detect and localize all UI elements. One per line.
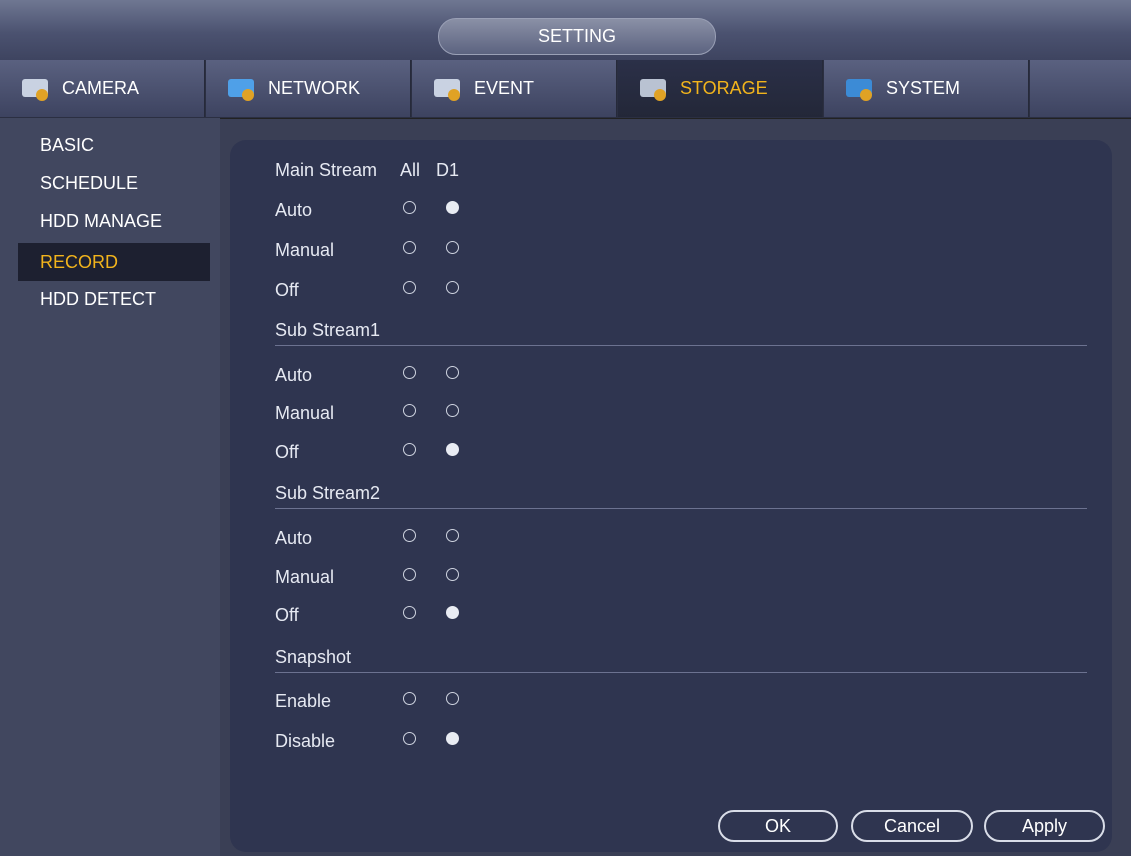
- sub2-auto-label: Auto: [275, 528, 313, 548]
- main-manual-d1-radio[interactable]: [446, 241, 459, 254]
- sub1-auto-all-radio[interactable]: [403, 366, 416, 379]
- sub2-off-all-radio[interactable]: [403, 606, 416, 619]
- ok-button[interactable]: OK: [718, 810, 838, 842]
- camera-icon: [20, 75, 56, 103]
- sidebar: BASIC SCHEDULE HDD MANAGE RECORD HDD DET…: [0, 118, 220, 856]
- sub2-manual-label: Manual: [275, 567, 335, 587]
- sidebar-item-record[interactable]: RECORD: [18, 243, 210, 281]
- main-tab-bar: CAMERA NETWORK EVENT STORAGE SYSTEM: [0, 60, 1131, 119]
- sub1-manual-all-radio[interactable]: [403, 404, 416, 417]
- apply-button[interactable]: Apply: [984, 810, 1105, 842]
- sidebar-item-schedule[interactable]: SCHEDULE: [18, 164, 210, 202]
- sub1-off-all-radio[interactable]: [403, 443, 416, 456]
- column-all-header: All: [400, 160, 421, 180]
- sub2-auto-all-radio[interactable]: [403, 529, 416, 542]
- sub-stream2-title: Sub Stream2: [275, 483, 383, 503]
- sub2-manual-d1-radio[interactable]: [446, 568, 459, 581]
- snapshot-disable-label: Disable: [275, 731, 336, 751]
- main-off-d1-radio[interactable]: [446, 281, 459, 294]
- sub1-off-d1-radio[interactable]: [446, 443, 459, 456]
- storage-icon: [638, 75, 674, 103]
- network-icon: [226, 75, 262, 103]
- sub1-auto-label: Auto: [275, 365, 313, 385]
- snapshot-enable-all-radio[interactable]: [403, 692, 416, 705]
- tab-system[interactable]: SYSTEM: [824, 60, 1029, 117]
- sub1-off-label: Off: [275, 442, 299, 462]
- sub-stream1-title: Sub Stream1: [275, 320, 383, 340]
- tab-empty: [1030, 60, 1131, 117]
- main-off-label: Off: [275, 280, 299, 300]
- sub1-auto-d1-radio[interactable]: [446, 366, 459, 379]
- divider: [275, 345, 1087, 346]
- event-icon: [432, 75, 468, 103]
- sub2-auto-d1-radio[interactable]: [446, 529, 459, 542]
- tab-label: STORAGE: [680, 78, 768, 98]
- divider: [275, 508, 1087, 509]
- snapshot-enable-d1-radio[interactable]: [446, 692, 459, 705]
- record-panel: Main Stream All D1 Auto Manual Off Sub S…: [230, 140, 1112, 852]
- main-auto-all-radio[interactable]: [403, 201, 416, 214]
- title-bar: SETTING: [0, 0, 1131, 61]
- snapshot-disable-all-radio[interactable]: [403, 732, 416, 745]
- tab-camera[interactable]: CAMERA: [0, 60, 205, 117]
- sidebar-item-hdd-manage[interactable]: HDD MANAGE: [18, 202, 210, 240]
- divider: [275, 672, 1087, 673]
- tab-label: SYSTEM: [886, 78, 961, 98]
- sub-stream1-section: Sub Stream1: [275, 320, 1087, 346]
- tab-label: EVENT: [474, 78, 535, 98]
- tab-storage[interactable]: STORAGE: [618, 60, 823, 117]
- main-manual-all-radio[interactable]: [403, 241, 416, 254]
- tab-label: CAMERA: [62, 78, 140, 98]
- sub-stream2-section: Sub Stream2: [275, 483, 1087, 509]
- main-manual-label: Manual: [275, 240, 335, 260]
- tab-label: NETWORK: [268, 78, 360, 98]
- column-d1-header: D1: [436, 160, 460, 180]
- main-off-all-radio[interactable]: [403, 281, 416, 294]
- tab-event[interactable]: EVENT: [412, 60, 617, 117]
- main-auto-d1-radio[interactable]: [446, 201, 459, 214]
- tab-network[interactable]: NETWORK: [206, 60, 411, 117]
- main-auto-label: Auto: [275, 200, 313, 220]
- sub2-off-label: Off: [275, 605, 299, 625]
- snapshot-disable-d1-radio[interactable]: [446, 732, 459, 745]
- snapshot-title: Snapshot: [275, 647, 354, 667]
- cancel-button[interactable]: Cancel: [851, 810, 973, 842]
- snapshot-enable-label: Enable: [275, 691, 332, 711]
- sidebar-item-hdd-detect[interactable]: HDD DETECT: [18, 280, 210, 318]
- sidebar-item-basic[interactable]: BASIC: [18, 126, 210, 164]
- sub2-manual-all-radio[interactable]: [403, 568, 416, 581]
- sub2-off-d1-radio[interactable]: [446, 606, 459, 619]
- sub1-manual-label: Manual: [275, 403, 335, 423]
- sub1-manual-d1-radio[interactable]: [446, 404, 459, 417]
- main-stream-label: Main Stream: [275, 160, 378, 180]
- system-icon: [844, 75, 880, 103]
- window-title: SETTING: [438, 18, 716, 55]
- snapshot-section: Snapshot: [275, 647, 1087, 673]
